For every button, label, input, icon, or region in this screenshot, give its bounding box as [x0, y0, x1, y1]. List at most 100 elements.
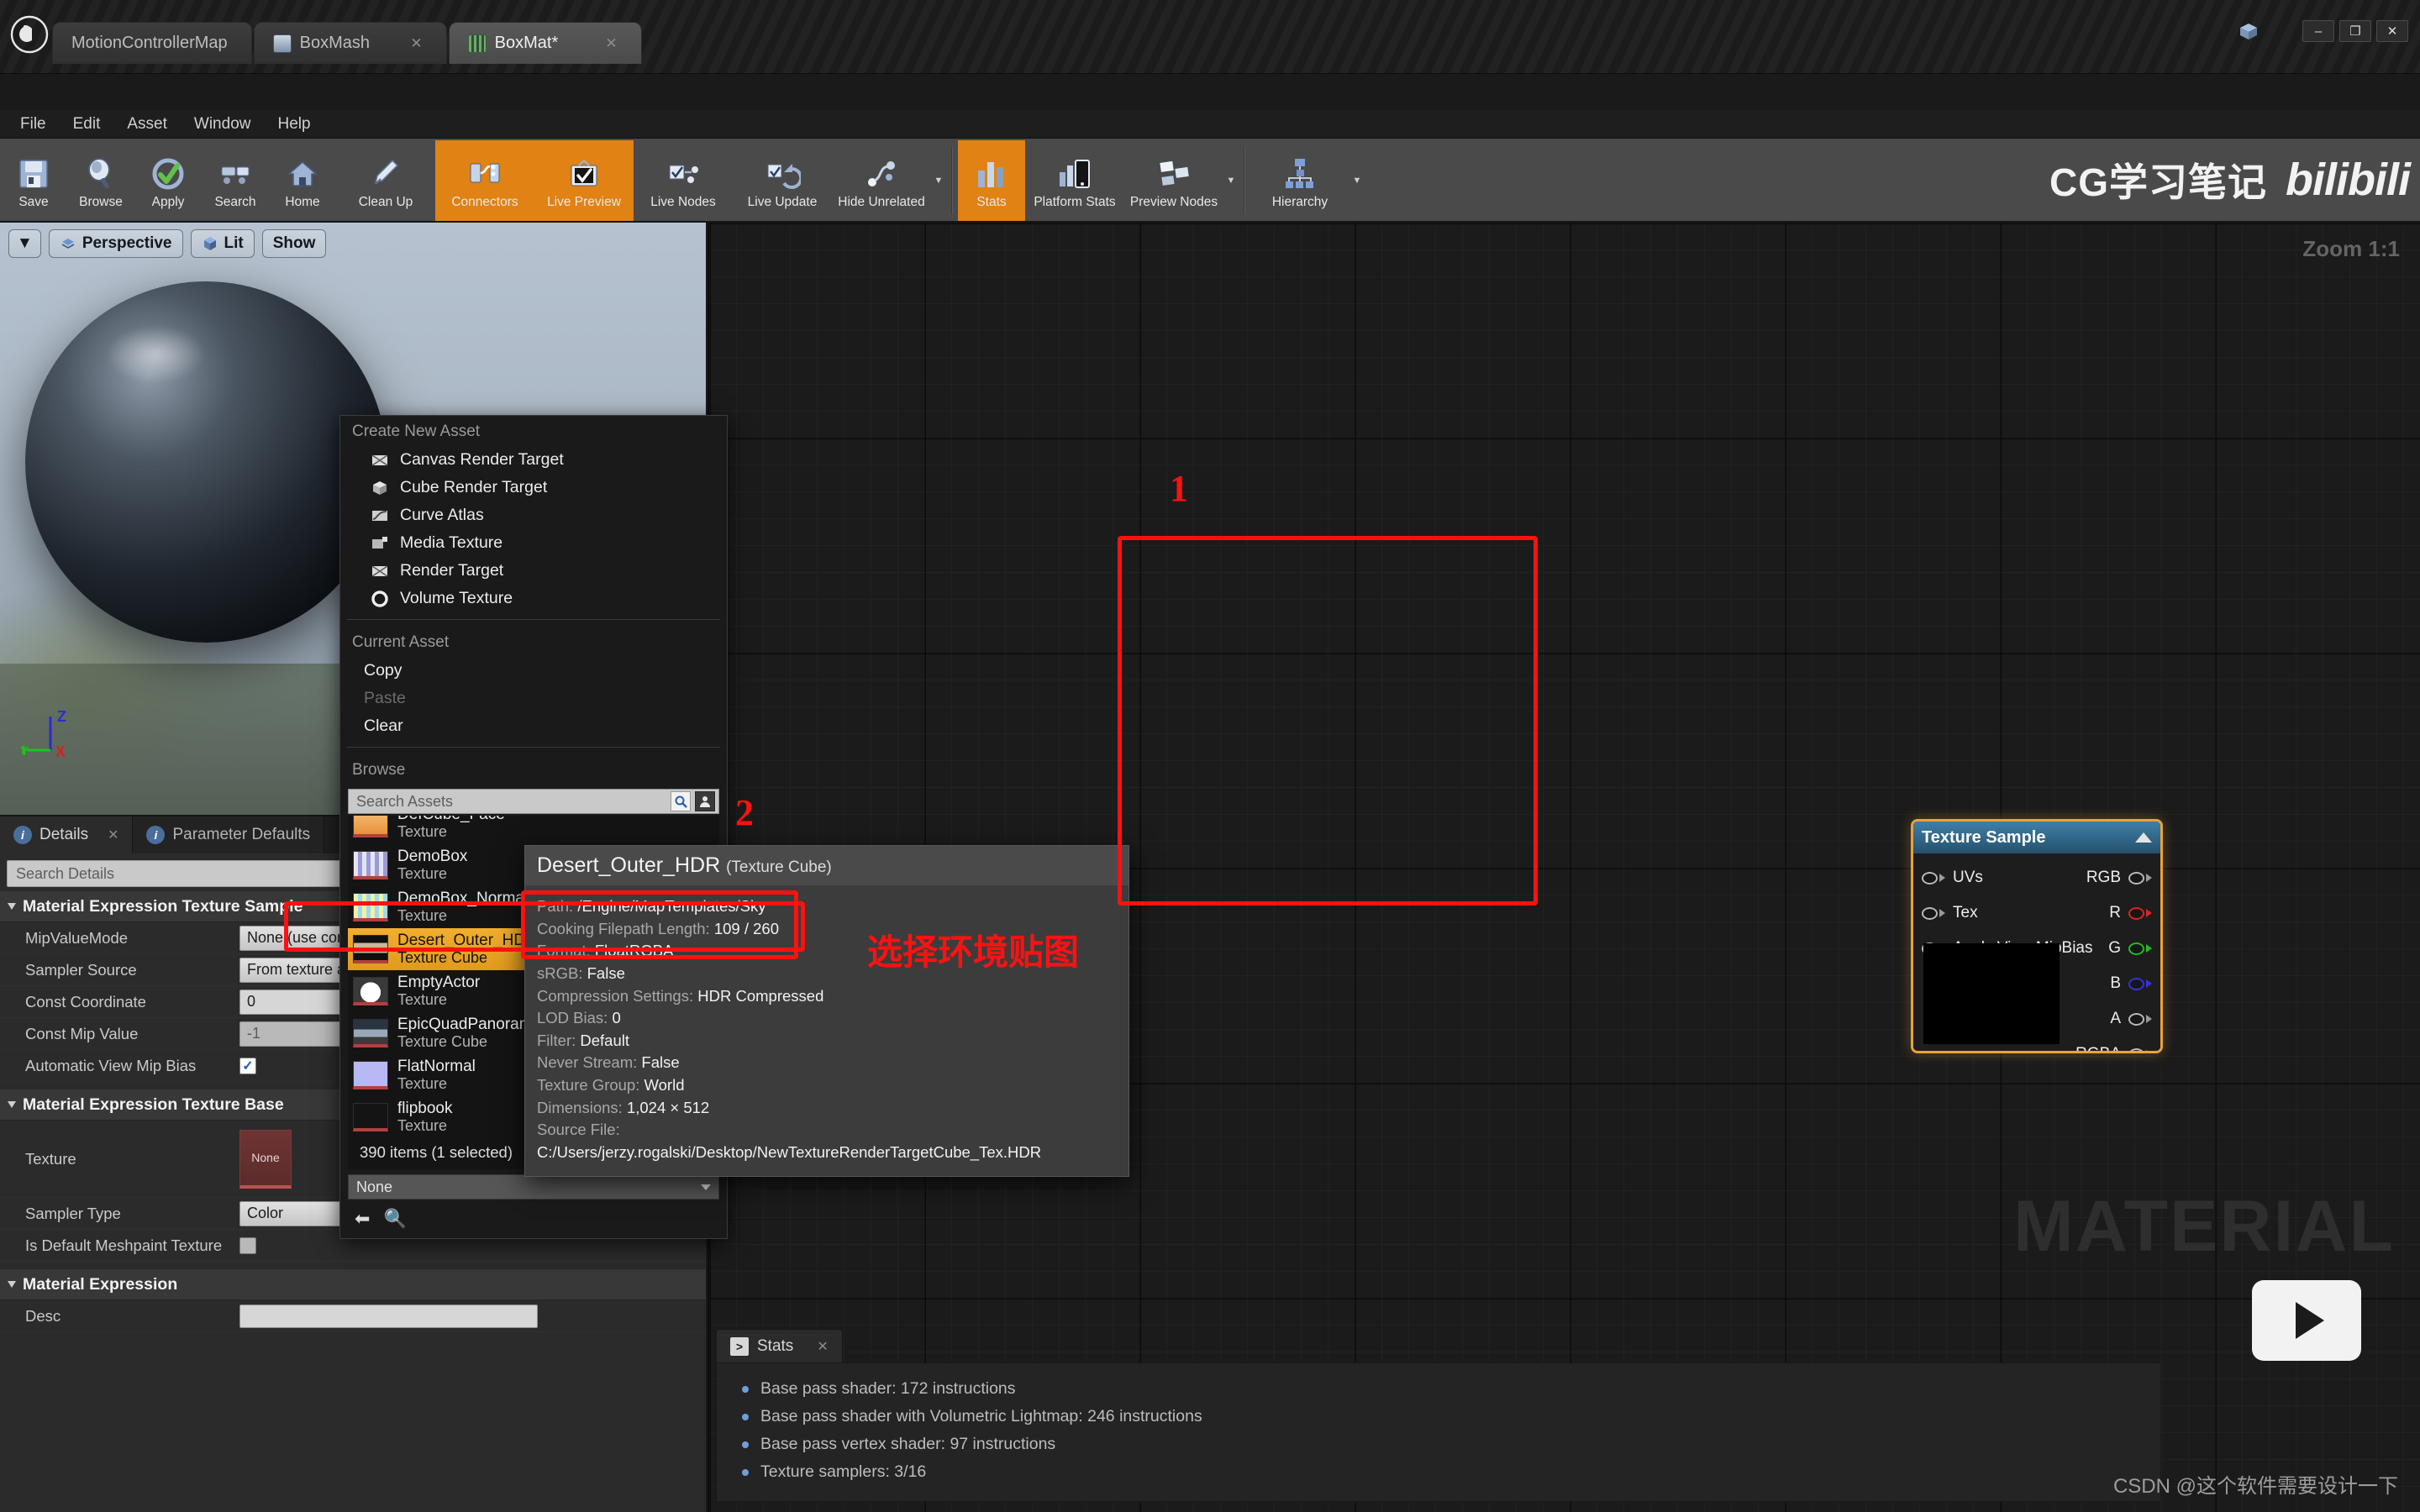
menu-item-canvas-render-target[interactable]: Canvas Render Target: [340, 446, 727, 474]
asset-thumbnail: [353, 977, 388, 1005]
field-value: C:/Users/jerzy.rogalski/Desktop/NewTextu…: [537, 1142, 1042, 1161]
channel-watermark: CG学习笔记 bilibili: [2049, 149, 2411, 211]
menu-edit[interactable]: Edit: [61, 113, 113, 136]
desc-input[interactable]: [239, 1304, 538, 1328]
is-default-meshpaint-checkbox[interactable]: [239, 1236, 256, 1254]
menu-item-media-texture[interactable]: Media Texture: [340, 529, 727, 557]
viewport-lit-button[interactable]: Lit: [190, 229, 255, 258]
toolbar-connectors-button[interactable]: Connectors: [435, 140, 534, 221]
output-pin-rgb[interactable]: RGB: [2078, 860, 2160, 895]
field-key: Compression Settings:: [537, 986, 694, 1005]
hide-unrelated-chevron-down-icon[interactable]: ▼: [931, 140, 946, 221]
output-pin-g[interactable]: G: [2100, 931, 2160, 966]
toolbar-hierarchy-button[interactable]: Hierarchy: [1250, 140, 1349, 221]
tab-details[interactable]: i Details ✕: [0, 816, 134, 853]
menu-asset[interactable]: Asset: [115, 113, 179, 136]
stats-line: Base pass shader: 172 instructions: [717, 1375, 2160, 1403]
menu-item-label: Volume Texture: [400, 589, 513, 607]
tab-box-mash[interactable]: BoxMash ✕: [253, 22, 447, 64]
tab-close-icon[interactable]: ✕: [388, 35, 422, 52]
preview-sphere-mesh[interactable]: [25, 281, 387, 643]
toolbar-label: Platform Stats: [1034, 194, 1116, 209]
menu-file[interactable]: File: [8, 113, 58, 136]
preview-nodes-chevron-down-icon[interactable]: ▼: [1223, 140, 1239, 221]
toolbar-live-preview-button[interactable]: Live Preview: [534, 140, 634, 221]
tab-box-mat[interactable]: BoxMat* ✕: [448, 22, 642, 64]
output-pin-rgba[interactable]: RGBA: [2067, 1037, 2160, 1051]
tab-motion-controller-map[interactable]: MotionControllerMap: [52, 22, 252, 64]
close-button[interactable]: ✕: [2376, 20, 2408, 42]
field-key: Never Stream:: [537, 1053, 638, 1072]
tab-close-icon[interactable]: ✕: [583, 35, 617, 52]
toolbar-label: Search: [214, 194, 256, 209]
asset-name: EpicQuadPanorama: [397, 1015, 542, 1033]
browse-to-asset-icon[interactable]: 🔍: [383, 1208, 406, 1230]
toolbar-clean-up-button[interactable]: Clean Up: [336, 140, 435, 221]
section-material-expression[interactable]: Material Expression: [0, 1268, 706, 1300]
stats-text: Base pass vertex shader: 97 instructions: [760, 1435, 1056, 1453]
pin-circle-icon: [2128, 1047, 2144, 1051]
output-pin-r[interactable]: R: [2101, 895, 2160, 931]
use-selected-arrow-icon[interactable]: ⬅: [355, 1208, 370, 1230]
node-texture-sample[interactable]: Texture Sample UVs Tex Apply View Mi: [1911, 819, 2163, 1053]
collapse-triangle-icon[interactable]: [2135, 832, 2152, 843]
search-assets-input[interactable]: Search Assets: [348, 789, 719, 814]
tab-parameter-defaults[interactable]: i Parameter Defaults: [133, 816, 325, 853]
toolbar-live-nodes-button[interactable]: Live Nodes: [634, 140, 733, 221]
menu-item-copy[interactable]: Copy: [340, 657, 727, 685]
asset-thumbnail: [353, 893, 388, 921]
toolbar-preview-nodes-button[interactable]: Preview Nodes: [1124, 140, 1223, 221]
toolbar-search-button[interactable]: Search: [202, 140, 269, 221]
stats-body: Base pass shader: 172 instructions Base …: [716, 1362, 2161, 1502]
toolbar-hide-unrelated-button[interactable]: Hide Unrelated: [832, 140, 931, 221]
asset-list-item[interactable]: DefCube_FaceTexture: [348, 816, 719, 844]
asset-name: DefCube_Face: [397, 816, 505, 823]
output-pin-b[interactable]: B: [2102, 966, 2160, 1001]
toolbar-stats-button[interactable]: Stats: [958, 140, 1025, 221]
menu-item-render-target[interactable]: Render Target: [340, 557, 727, 585]
viewport-options-button[interactable]: ▼: [8, 229, 41, 258]
menu-item-curve-atlas[interactable]: Curve Atlas: [340, 501, 727, 529]
toolbar-platform-stats-button[interactable]: Platform Stats: [1025, 140, 1124, 221]
toolbar-home-button[interactable]: Home: [269, 140, 336, 221]
menu-item-cube-render-target[interactable]: Cube Render Target: [340, 474, 727, 501]
menu-item-label: Curve Atlas: [400, 506, 484, 524]
tab-close-icon[interactable]: ✕: [817, 1338, 828, 1355]
toolbar-save-button[interactable]: Save: [0, 140, 67, 221]
search-icon[interactable]: [671, 791, 691, 811]
tab-stats[interactable]: > Stats ✕: [716, 1329, 843, 1362]
pin-label: UVs: [1953, 869, 1983, 886]
toolbar-apply-button[interactable]: Apply: [134, 140, 202, 221]
hierarchy-icon: [1281, 155, 1318, 192]
filter-user-icon[interactable]: [695, 791, 715, 811]
menu-window[interactable]: Window: [182, 113, 263, 136]
menu-item-clear[interactable]: Clear: [340, 712, 727, 740]
field-key: Path:: [537, 897, 574, 915]
row-label: Sampler Type: [25, 1204, 121, 1222]
output-pin-a[interactable]: A: [2102, 1001, 2160, 1037]
menu-divider: [347, 619, 720, 620]
pin-arrow-icon: [2146, 874, 2152, 882]
hierarchy-chevron-down-icon[interactable]: ▼: [1349, 140, 1365, 221]
pin-label: R: [2109, 904, 2121, 921]
menu-item-volume-texture[interactable]: Volume Texture: [340, 585, 727, 612]
pin-arrow-icon: [2146, 1015, 2152, 1023]
menu-help[interactable]: Help: [266, 113, 322, 136]
texture-thumbnail-none[interactable]: None: [239, 1129, 292, 1189]
node-header[interactable]: Texture Sample: [1913, 822, 2160, 853]
toolbar-live-update-button[interactable]: Live Update: [733, 140, 832, 221]
restore-button[interactable]: ❐: [2339, 20, 2371, 42]
input-value: 0: [247, 993, 256, 1010]
viewport-show-button[interactable]: Show: [261, 229, 327, 258]
minimize-button[interactable]: –: [2302, 20, 2334, 42]
automatic-view-mip-bias-checkbox[interactable]: ✓: [239, 1057, 256, 1074]
save-icon: [15, 155, 52, 192]
toolbar-browse-button[interactable]: Browse: [67, 140, 134, 221]
selected-asset-dropdown[interactable]: None: [348, 1174, 719, 1200]
live-preview-icon: [566, 155, 602, 192]
viewport-perspective-button[interactable]: Perspective: [48, 229, 183, 258]
svg-text:X: X: [55, 743, 66, 760]
tab-close-icon[interactable]: ✕: [108, 827, 118, 843]
toolbar-label: Connectors: [451, 194, 518, 209]
menu-item-label: Cube Render Target: [400, 478, 548, 496]
